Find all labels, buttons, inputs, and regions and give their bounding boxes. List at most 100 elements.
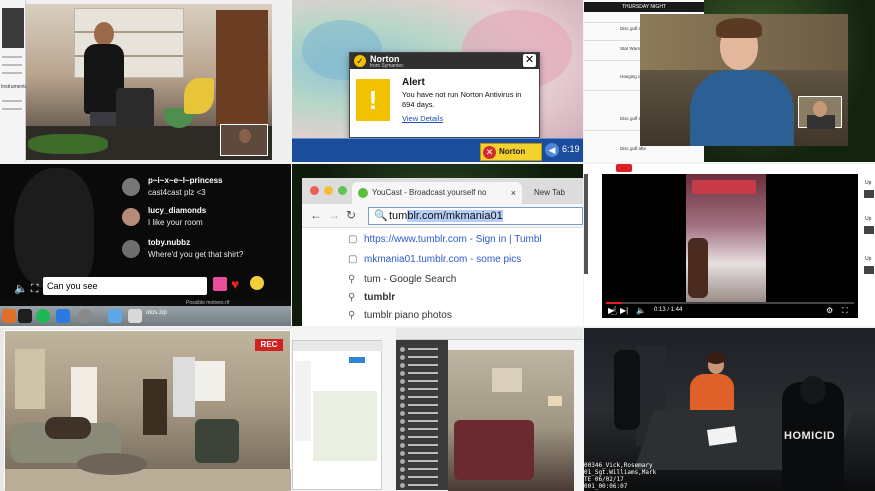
hand-shadow	[14, 168, 94, 288]
contact-name-line	[408, 348, 438, 350]
girl-figure	[688, 238, 708, 298]
chat-text: cast4cast plz <3	[148, 188, 206, 197]
contact-row[interactable]	[400, 482, 444, 489]
contact-row[interactable]	[400, 434, 444, 441]
map-view[interactable]	[313, 391, 377, 461]
smiley-icon[interactable]	[250, 276, 264, 290]
contact-row[interactable]	[400, 346, 444, 353]
suggestion-item[interactable]: ⚲ tum - Google Search	[348, 274, 456, 285]
contact-row[interactable]	[400, 402, 444, 409]
site-logo-icon[interactable]	[616, 164, 632, 172]
floor	[5, 469, 291, 491]
app-icon[interactable]	[2, 309, 16, 323]
contact-row[interactable]	[400, 458, 444, 465]
address-bar[interactable]: 🔍 tumblr.com/mkmania01	[368, 207, 583, 225]
contact-name-line	[408, 468, 438, 470]
sidebar-thumbnail[interactable]	[2, 8, 24, 48]
dock-file-label[interactable]: otos.zip	[146, 310, 167, 316]
contact-name-line	[408, 396, 438, 398]
up-next-thumbnail[interactable]	[864, 266, 874, 274]
contact-row[interactable]	[400, 354, 444, 361]
camera-feed[interactable]: REC	[4, 330, 291, 491]
close-icon[interactable]: ✕	[523, 54, 536, 67]
next-icon[interactable]: ▶|	[620, 306, 628, 315]
contact-row[interactable]	[400, 378, 444, 385]
heart-icon[interactable]: ♥	[231, 276, 239, 292]
back-arrow-icon[interactable]: ←	[310, 208, 322, 222]
view-details-link[interactable]: View Details	[402, 114, 443, 123]
norton-alert-tile: ✓ Norton from Symantec ✕ ! Alert You hav…	[292, 0, 583, 162]
contact-name-line	[408, 484, 438, 486]
contact-row[interactable]	[400, 370, 444, 377]
avatar	[400, 427, 405, 432]
suggestion-item[interactable]: ▢ mkmania01.tumblr.com - some pics	[348, 254, 521, 265]
contact-row[interactable]	[400, 474, 444, 481]
kitchen-cabinet	[216, 10, 268, 128]
reload-icon[interactable]: ↻	[346, 208, 356, 222]
kitchen-video[interactable]	[26, 4, 272, 160]
contact-row[interactable]	[400, 362, 444, 369]
video-player-tile: Up Up Up ▶ ▶| 🔈 0:13 / 1:44 ⚙ ⛶ ☝	[584, 164, 875, 326]
chat-username[interactable]: p~i~x~e~l~princess	[148, 176, 223, 185]
settings-icon[interactable]: ⚙	[826, 306, 833, 315]
avatar	[400, 363, 405, 368]
suggestion-item[interactable]: ⚲ tumblr piano photos	[348, 310, 452, 321]
volume-icon[interactable]: 🔈	[636, 306, 646, 315]
interrogation-room[interactable]: HOMICID 00346_Vick,Rosemary 01_Sgt.Willi…	[584, 328, 875, 491]
contact-row[interactable]	[400, 394, 444, 401]
avatar	[400, 443, 405, 448]
up-next-label: Up	[865, 216, 872, 222]
contact-row[interactable]	[400, 386, 444, 393]
browser-tile: YouCast - Broadcast yourself no × New Ta…	[292, 164, 583, 326]
contact-row[interactable]	[400, 450, 444, 457]
spotify-icon[interactable]	[36, 309, 50, 323]
gift-icon[interactable]	[213, 277, 227, 291]
typed-text: tum	[389, 210, 408, 222]
forward-arrow-icon[interactable]: →	[328, 208, 340, 222]
contact-row[interactable]	[400, 418, 444, 425]
close-window-icon[interactable]	[310, 186, 319, 195]
chat-input[interactable]: Can you see	[43, 277, 207, 295]
tab-close-icon[interactable]: ×	[511, 182, 516, 204]
up-next-thumbnail[interactable]	[864, 190, 874, 198]
video-player[interactable]: ▶ ▶| 🔈 0:13 / 1:44 ⚙ ⛶	[602, 174, 858, 318]
chat-username[interactable]: lucy_diamonds	[148, 206, 206, 215]
volume-fullscreen-icons[interactable]: 🔈 ⛶	[14, 282, 38, 296]
app-icon[interactable]	[18, 309, 32, 323]
norton-tray-button[interactable]: ✕ Norton	[480, 143, 542, 161]
webcam-pip[interactable]	[798, 96, 842, 129]
webcam-video[interactable]	[640, 14, 848, 146]
suggestion-item[interactable]: ⚲ tumblr	[348, 292, 395, 303]
fullscreen-icon[interactable]: ⛶	[842, 306, 848, 316]
contact-row[interactable]	[400, 426, 444, 433]
back-arrow-icon[interactable]: ◀	[545, 143, 559, 157]
app-store-icon[interactable]	[56, 309, 70, 323]
maximize-window-icon[interactable]	[338, 186, 347, 195]
up-next-thumbnail[interactable]	[864, 226, 874, 234]
chat-username[interactable]: toby.nubbz	[148, 238, 190, 247]
avatar	[400, 435, 405, 440]
suggestion-item[interactable]: ▢ https://www.tumblr.com - Sign in | Tum…	[348, 234, 542, 245]
vegetables	[28, 134, 108, 154]
contact-row[interactable]	[400, 410, 444, 417]
avatar[interactable]	[122, 178, 140, 196]
norton-alert-dialog: ✓ Norton from Symantec ✕ ! Alert You hav…	[349, 52, 540, 138]
webcam-pip[interactable]	[220, 124, 268, 156]
lamp	[548, 396, 562, 406]
tab-new[interactable]: New Tab	[534, 182, 565, 204]
norton-logo-icon: ✓	[354, 55, 366, 67]
tab-youcast[interactable]: YouCast - Broadcast yourself no ×	[352, 182, 522, 204]
settings-icon[interactable]	[78, 309, 92, 323]
trash-icon[interactable]	[128, 309, 142, 323]
minimize-window-icon[interactable]	[324, 186, 333, 195]
avatar[interactable]	[122, 240, 140, 258]
contact-row[interactable]	[400, 442, 444, 449]
progress-bar[interactable]	[606, 302, 854, 304]
sidebar-row	[2, 64, 22, 66]
contact-row[interactable]	[400, 466, 444, 473]
avatar	[400, 411, 405, 416]
bedroom-video[interactable]	[448, 350, 574, 491]
folder-icon[interactable]	[108, 309, 122, 323]
app-button[interactable]	[349, 357, 365, 363]
avatar[interactable]	[122, 208, 140, 226]
